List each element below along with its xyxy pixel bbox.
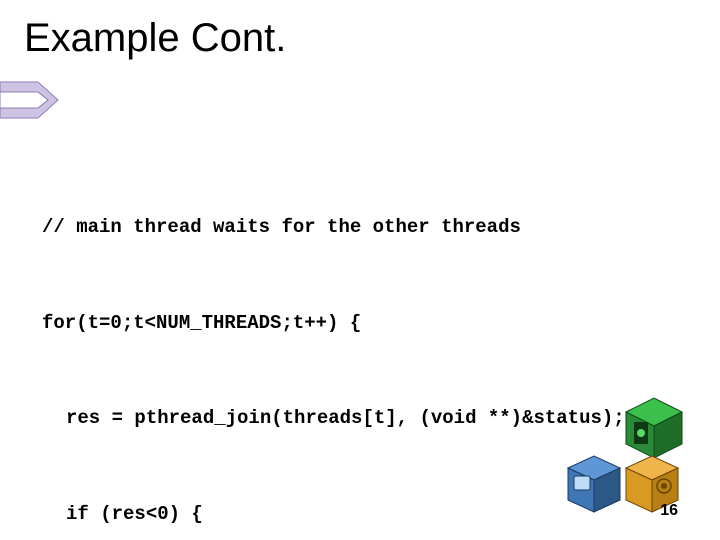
code-line: for(t=0;t<NUM_THREADS;t++) { bbox=[42, 308, 690, 340]
code-line: // main thread waits for the other threa… bbox=[42, 212, 690, 244]
decorative-pointer-icon bbox=[0, 78, 62, 122]
page-number: 16 bbox=[660, 502, 678, 520]
page-title: Example Cont. bbox=[24, 16, 696, 61]
